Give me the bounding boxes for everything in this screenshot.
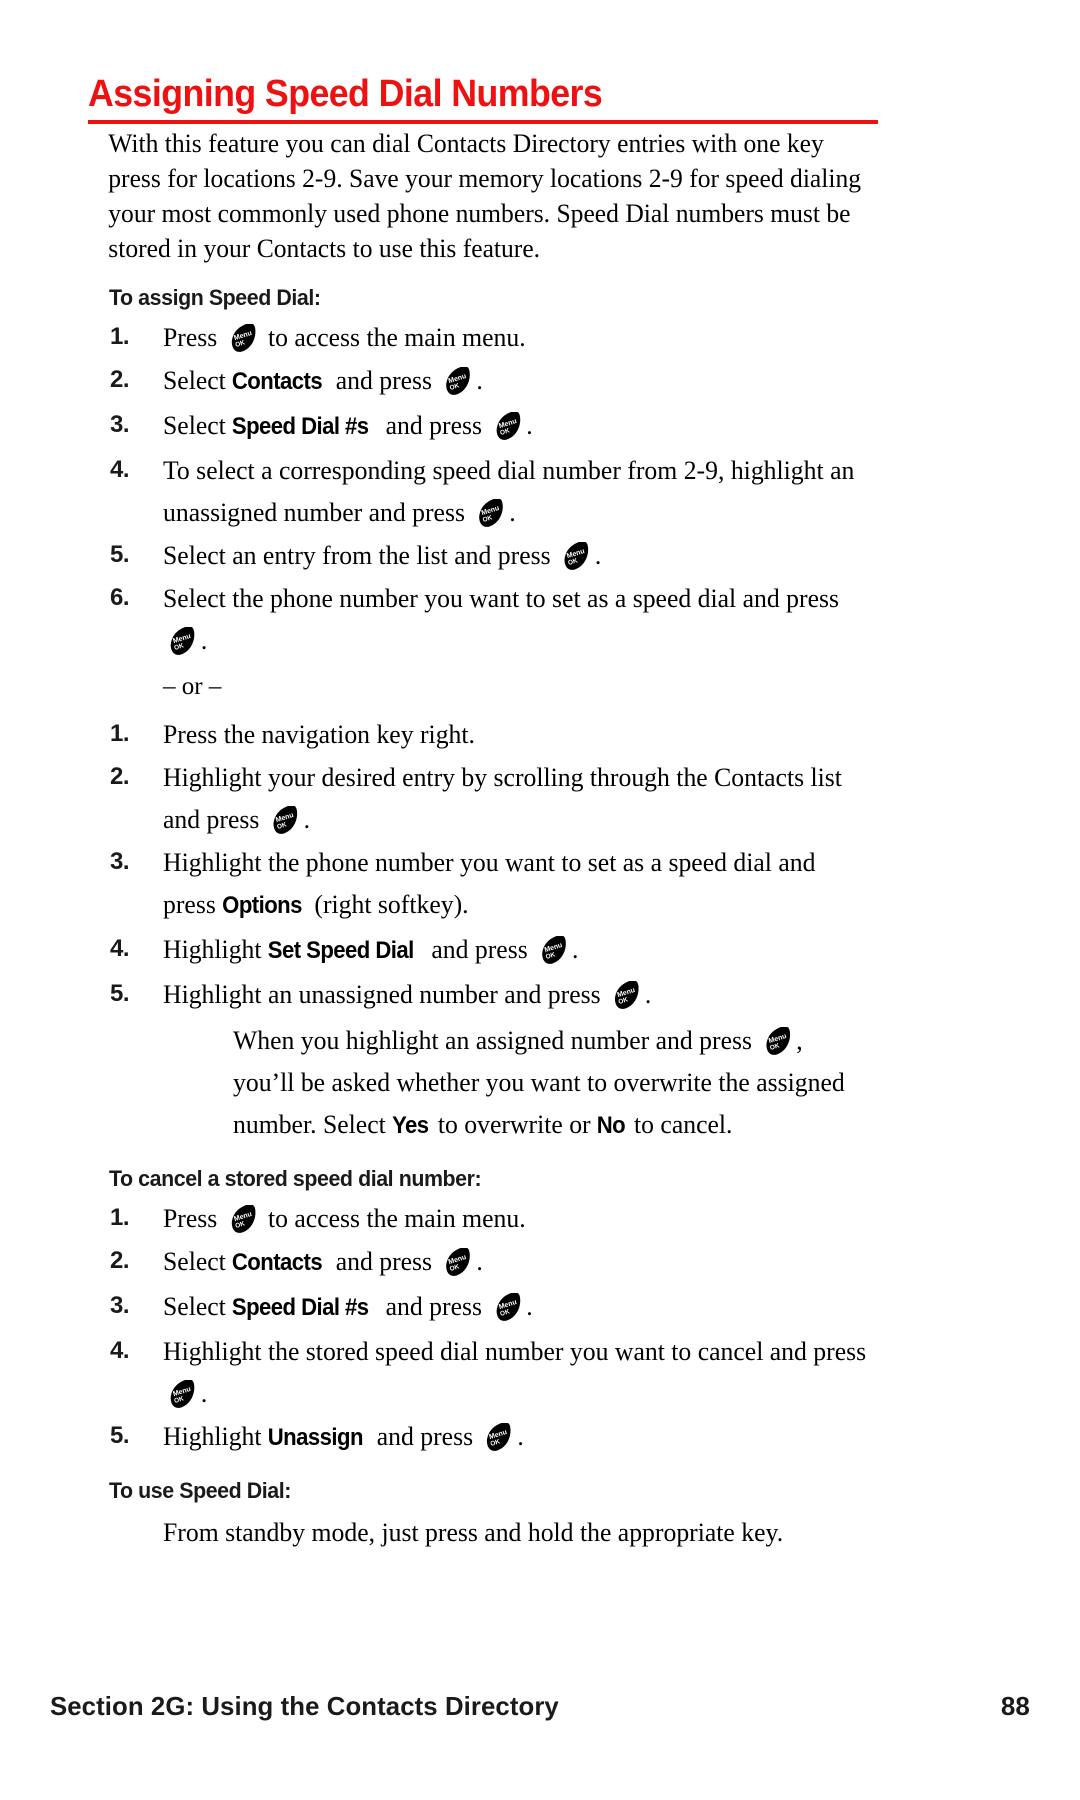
ui-term: Set Speed Dial — [267, 937, 414, 964]
list-item: 5. Select an entry from the list and pres… — [88, 534, 888, 576]
menu-ok-key-icon: Menu OK — [560, 542, 593, 572]
menu-ok-key-icon: Menu OK — [166, 1380, 199, 1410]
step-number: 1. — [110, 720, 130, 747]
heading-to-use-speed-dial: To use Speed Dial: — [109, 1478, 291, 1503]
step-number: 2. — [110, 763, 130, 790]
step-number: 6. — [110, 584, 130, 611]
ui-term: Speed Dial #s — [232, 1294, 369, 1321]
list-item: 2. Highlight your desired entry by scroll… — [88, 756, 888, 840]
step-text: Press Menu OK to access the main menu. — [163, 322, 526, 354]
cancel-speed-dial-steps: 1. Press Menu OK to access the main menu. 2… — [88, 1197, 888, 1459]
step-number: 3. — [110, 848, 130, 875]
list-item: 3. Highlight the phone number you want to… — [88, 841, 888, 927]
ui-term: Options — [222, 892, 302, 919]
step-number: 2. — [110, 1247, 130, 1274]
page-title-block: Assigning Speed Dial Numbers — [88, 72, 878, 124]
overwrite-note: When you highlight an assigned number an… — [88, 1019, 888, 1147]
menu-ok-key-icon: Menu OK — [482, 1423, 515, 1453]
step-text: Select Contacts and press Menu OK. — [163, 359, 866, 403]
page-footer: Section 2G: Using the Contacts Directory… — [50, 1691, 1030, 1722]
use-speed-dial-body: From standby mode, just press and hold t… — [163, 1517, 784, 1547]
step-text: Select the phone number you want to set … — [163, 583, 839, 657]
intro-paragraph: With this feature you can dial Contacts … — [108, 128, 862, 263]
ui-term: No — [597, 1112, 626, 1139]
step-number: 2. — [110, 366, 130, 393]
menu-ok-key-icon: Menu OK — [166, 627, 199, 657]
menu-ok-key-icon: Menu OK — [537, 936, 570, 966]
ui-term: Unassign — [267, 1424, 364, 1451]
step-number: 4. — [110, 1337, 130, 1364]
list-item: 4. Highlight the stored speed dial number… — [88, 1330, 888, 1414]
list-item: 2. Select Contacts and press Menu OK. — [88, 359, 888, 403]
list-item: 1. Press the navigation key right. — [88, 713, 888, 755]
menu-ok-key-icon: Menu OK — [491, 1293, 524, 1323]
menu-ok-key-icon: Menu OK — [269, 806, 302, 836]
assign-speed-dial-alt-steps: 1. Press the navigation key right. 2. Highl… — [88, 713, 888, 1015]
page-title: Assigning Speed Dial Numbers — [88, 73, 603, 115]
step-number: 1. — [110, 1204, 130, 1231]
step-number: 4. — [110, 935, 130, 962]
step-number: 3. — [110, 411, 130, 438]
step-text: Select Contacts and press Menu OK. — [163, 1240, 866, 1284]
step-text: Press the navigation key right. — [163, 719, 475, 749]
ui-term: Contacts — [232, 368, 323, 395]
ui-term: Contacts — [232, 1249, 323, 1276]
step-number: 3. — [110, 1292, 130, 1319]
note-text: When you highlight an assigned number an… — [233, 1019, 868, 1147]
step-number: 1. — [110, 323, 130, 350]
list-item: 5. Highlight Unassign and press Menu OK. — [88, 1415, 888, 1459]
step-number: 5. — [110, 980, 130, 1007]
step-number: 4. — [110, 456, 130, 483]
step-text: Highlight Unassign and press Menu OK. — [163, 1415, 866, 1459]
heading-to-cancel-speed-dial: To cancel a stored speed dial number: — [109, 1166, 482, 1191]
manual-page: Assigning Speed Dial Numbers With this f… — [0, 0, 1080, 1800]
menu-ok-key-icon: Menu OK — [610, 981, 643, 1011]
step-text: Select an entry from the list and press … — [163, 540, 602, 572]
step-text: To select a corresponding speed dial num… — [163, 455, 855, 529]
menu-ok-key-icon: Menu OK — [441, 367, 474, 397]
list-item: 3. Select Speed Dial #s and press Menu OK. — [88, 404, 888, 448]
step-text: Highlight the stored speed dial number y… — [163, 1336, 867, 1410]
title-underline-rule — [88, 120, 878, 124]
list-item: 4. Highlight Set Speed Dial and press Men… — [88, 928, 888, 972]
footer-section-label: Section 2G: Using the Contacts Directory — [50, 1691, 559, 1721]
footer-page-number: 88 — [1000, 1691, 1030, 1721]
menu-ok-key-icon: Menu OK — [227, 324, 260, 354]
menu-ok-key-icon: Menu OK — [227, 1205, 260, 1235]
assign-speed-dial-steps: 1. Press Menu OK to access the main menu. 2… — [88, 316, 888, 661]
step-text: Select Speed Dial #s and press Menu OK. — [163, 404, 866, 448]
list-item: 5. Highlight an unassigned number and pre… — [88, 973, 888, 1015]
menu-ok-key-icon: Menu OK — [474, 499, 507, 529]
page-content: With this feature you can dial Contacts … — [88, 126, 888, 1553]
ui-term: Yes — [392, 1112, 429, 1139]
list-item: 1. Press Menu OK to access the main menu. — [88, 316, 888, 358]
step-number: 5. — [110, 1422, 130, 1449]
step-number: 5. — [110, 541, 130, 568]
step-text: Select Speed Dial #s and press Menu OK. — [163, 1285, 866, 1329]
ui-term: Speed Dial #s — [232, 413, 369, 440]
list-item: 2. Select Contacts and press Menu OK. — [88, 1240, 888, 1284]
list-item: 3. Select Speed Dial #s and press Menu OK. — [88, 1285, 888, 1329]
heading-to-assign-speed-dial: To assign Speed Dial: — [109, 285, 321, 310]
step-text: Highlight Set Speed Dial and press Menu O… — [163, 928, 866, 972]
menu-ok-key-icon: Menu OK — [761, 1027, 794, 1057]
list-item: 4. To select a corresponding speed dial n… — [88, 449, 888, 533]
list-item: 6. Select the phone number you want to se… — [88, 577, 888, 661]
or-separator: – or – — [163, 673, 222, 700]
menu-ok-key-icon: Menu OK — [441, 1248, 474, 1278]
step-text: Highlight an unassigned number and press… — [163, 979, 652, 1011]
step-text: Press Menu OK to access the main menu. — [163, 1203, 526, 1235]
list-item: 1. Press Menu OK to access the main menu. — [88, 1197, 888, 1239]
step-text: Highlight your desired entry by scrollin… — [163, 762, 842, 836]
step-text: Highlight the phone number you want to s… — [163, 841, 866, 927]
menu-ok-key-icon: Menu OK — [491, 412, 524, 442]
